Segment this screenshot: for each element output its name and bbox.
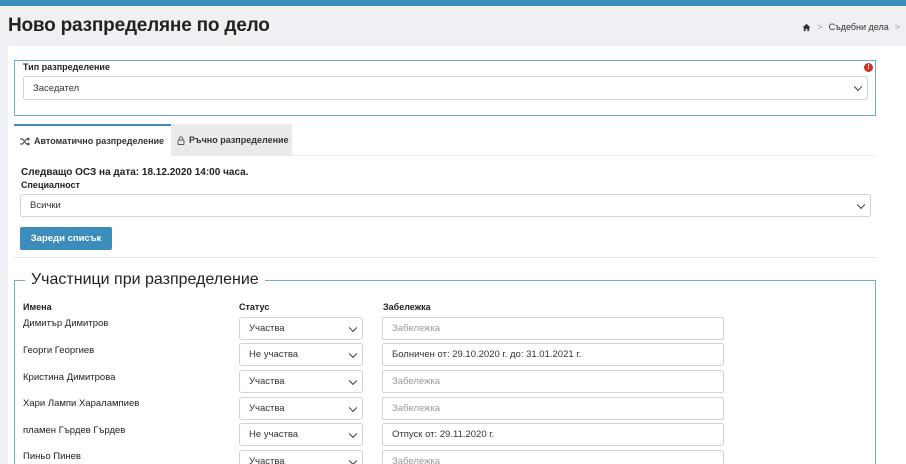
chevron-down-icon	[348, 376, 358, 385]
note-input[interactable]: Забележка	[382, 370, 724, 393]
participant-name: Хари Лампи Харалампиев	[23, 398, 140, 409]
note-input[interactable]: Забележка	[382, 397, 724, 420]
note-value: Отпуск от: 29.11.2020 г.	[392, 429, 495, 440]
status-value: Участва	[249, 456, 285, 464]
participant-name: Кристина Димитрова	[23, 372, 116, 383]
participants-legend: Участници при разпределение	[25, 271, 265, 289]
status-value: Участва	[249, 376, 285, 387]
status-select[interactable]: Участва	[239, 450, 363, 464]
chevron-down-icon	[348, 429, 358, 438]
participant-name: пламен Гърдев Гърдев	[23, 425, 126, 436]
breadcrumb-separator: >	[817, 22, 823, 32]
distribution-type-select[interactable]: Заседател	[23, 76, 868, 100]
status-value: Не участва	[249, 429, 299, 440]
distribution-type-value: Заседател	[33, 82, 80, 94]
shuffle-icon	[20, 136, 30, 146]
note-placeholder: Забележка	[392, 376, 441, 387]
status-select[interactable]: Участва	[239, 317, 363, 340]
page-header: Ново разпределяне по дело > Съдебни дела…	[0, 6, 906, 46]
status-select[interactable]: Не участва	[239, 423, 363, 446]
tab-automatic-label: Автоматично разпределение	[34, 136, 165, 146]
participant-name: Пиньо Пинев	[23, 451, 81, 462]
note-value: Болничен от: 29.10.2020 г. до: 31.01.202…	[392, 349, 582, 360]
note-placeholder: Забележка	[392, 403, 441, 414]
page-title: Ново разпределяне по дело	[8, 15, 270, 36]
specialty-label: Специалност	[21, 180, 80, 190]
participant-name: Георги Георгиев	[23, 345, 95, 356]
note-input[interactable]: Отпуск от: 29.11.2020 г.	[382, 423, 724, 446]
main-content: Тип разпределение ! Заседател Автоматичн…	[8, 46, 906, 464]
chevron-down-icon	[348, 403, 358, 412]
distribution-type-box: Тип разпределение ! Заседател	[14, 60, 876, 116]
participant-name: Димитър Димитров	[23, 318, 109, 329]
chevron-down-icon	[348, 323, 358, 332]
chevron-down-icon	[856, 200, 866, 209]
load-list-button[interactable]: Зареди списък	[20, 227, 112, 250]
note-input[interactable]: Забележка	[382, 450, 724, 464]
specialty-select[interactable]: Всички	[20, 194, 871, 217]
home-icon[interactable]	[802, 23, 811, 32]
divider	[14, 257, 876, 258]
breadcrumb: > Съдебни дела >	[802, 22, 900, 32]
status-select[interactable]: Участва	[239, 370, 363, 393]
status-value: Участва	[249, 323, 285, 334]
alert-icon: !	[864, 63, 873, 72]
chevron-down-icon	[348, 349, 358, 358]
distribution-type-label: Тип разпределение	[23, 62, 110, 72]
column-header-name: Имена	[23, 302, 52, 312]
next-session-text: Следващо ОСЗ на дата: 18.12.2020 14:00 ч…	[21, 167, 249, 178]
tab-manual-label: Ръчно разпределение	[189, 135, 289, 145]
note-placeholder: Забележка	[392, 323, 441, 334]
column-header-status: Статус	[239, 302, 270, 312]
status-value: Участва	[249, 403, 285, 414]
breadcrumb-item-court-cases[interactable]: Съдебни дела	[829, 22, 889, 32]
note-placeholder: Забележка	[392, 456, 441, 464]
tab-automatic-distribution[interactable]: Автоматично разпределение	[14, 124, 171, 156]
chevron-down-icon	[348, 456, 358, 464]
distribution-tabs: Автоматично разпределение Ръчно разпреде…	[14, 122, 876, 156]
note-input[interactable]: Болничен от: 29.10.2020 г. до: 31.01.202…	[382, 343, 724, 366]
note-input[interactable]: Забележка	[382, 317, 724, 340]
lock-icon	[177, 135, 185, 145]
status-select[interactable]: Не участва	[239, 343, 363, 366]
status-value: Не участва	[249, 349, 299, 360]
chevron-down-icon	[853, 82, 863, 92]
status-select[interactable]: Участва	[239, 397, 363, 420]
specialty-value: Всички	[30, 200, 61, 211]
tab-manual-distribution[interactable]: Ръчно разпределение	[171, 124, 292, 156]
column-header-note: Забележка	[383, 302, 431, 312]
breadcrumb-separator: >	[894, 22, 900, 32]
